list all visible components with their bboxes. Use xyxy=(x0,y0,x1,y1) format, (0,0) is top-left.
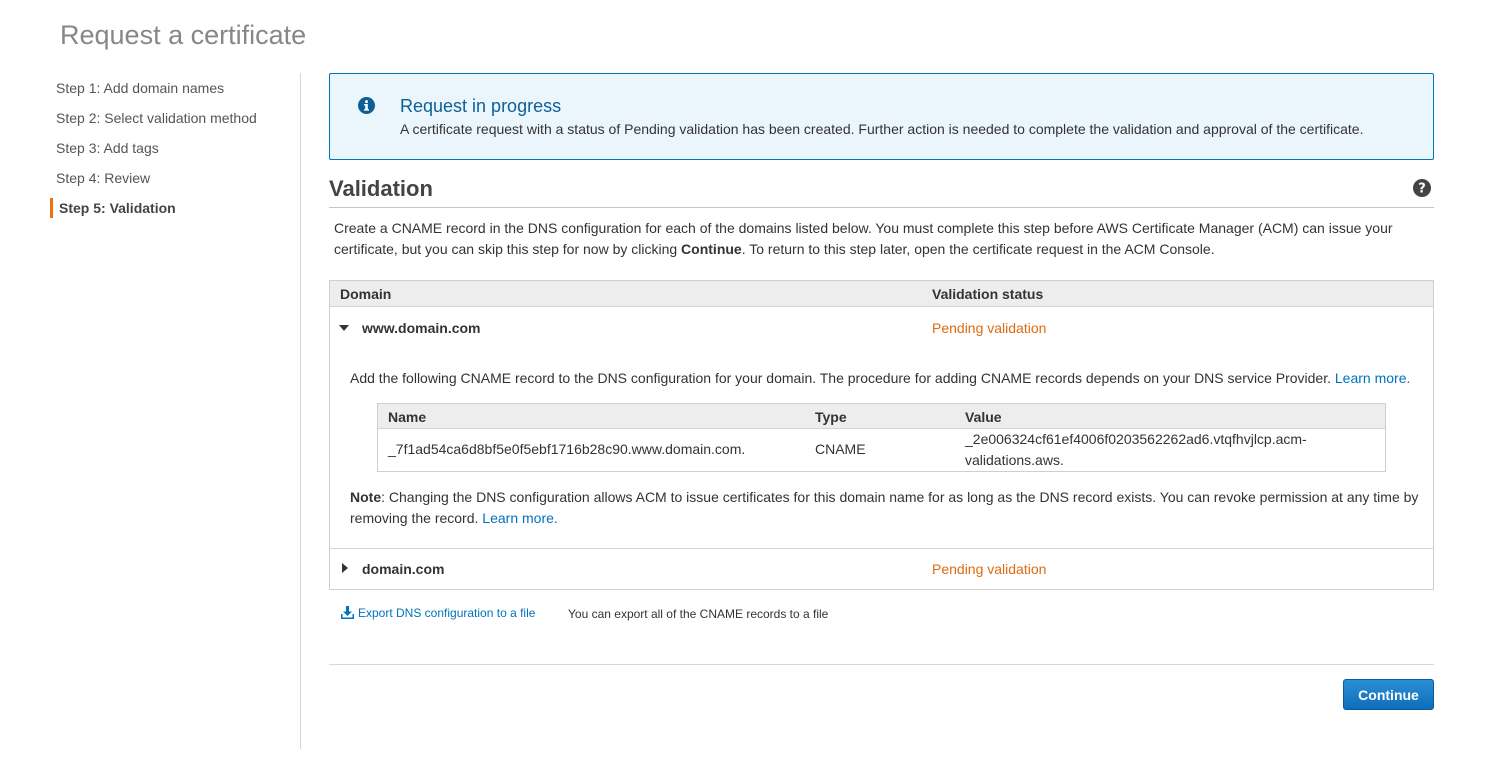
validation-instructions: Create a CNAME record in the DNS configu… xyxy=(334,220,1393,257)
help-icon[interactable]: ? xyxy=(1412,178,1432,198)
dns-note: Note: Changing the DNS configuration all… xyxy=(350,489,1419,526)
validation-heading: Validation xyxy=(329,176,433,201)
section-divider xyxy=(329,207,1434,208)
domains-table: Domain Validation status www.domain.com … xyxy=(329,280,1434,590)
column-header-type: Type xyxy=(815,409,847,425)
expand-caret-icon[interactable] xyxy=(342,563,348,573)
step-add-domain-names[interactable]: Step 1: Add domain names xyxy=(56,80,224,96)
export-dns-configuration-link[interactable]: Export DNS configuration to a file xyxy=(340,605,535,620)
step-select-validation-method[interactable]: Step 2: Select validation method xyxy=(56,110,257,126)
cname-instructions: Add the following CNAME record to the DN… xyxy=(350,370,1411,386)
cname-record-type: CNAME xyxy=(815,441,866,457)
column-header-domain: Domain xyxy=(340,286,392,302)
svg-text:?: ? xyxy=(1418,182,1426,197)
wizard-steps-sidebar: Step 1: Add domain names Step 2: Select … xyxy=(50,73,301,749)
cname-record-name[interactable]: _7f1ad54ca6d8bf5e0f5ebf1716b28c90.www.do… xyxy=(388,439,745,460)
download-icon xyxy=(341,606,354,619)
alert-message: A certificate request with a status of P… xyxy=(400,121,1364,137)
column-header-validation-status: Validation status xyxy=(932,286,1044,302)
continue-emphasis: Continue xyxy=(681,241,742,257)
status-badge: Pending validation xyxy=(932,561,1047,577)
step-add-tags[interactable]: Step 3: Add tags xyxy=(56,140,159,156)
note-learn-more-link[interactable]: Learn more. xyxy=(482,510,557,526)
collapse-caret-icon[interactable] xyxy=(339,325,349,331)
page-title: Request a certificate xyxy=(60,20,307,50)
step-validation-active: Step 5: Validation xyxy=(50,198,176,218)
cname-record-value[interactable]: _2e006324cf61ef4006f0203562262ad6.vtqfhv… xyxy=(965,429,1307,471)
cname-table-header: Name Type Value xyxy=(378,404,1385,429)
alert-title: Request in progress xyxy=(400,96,562,116)
domain-row-www[interactable]: www.domain.com xyxy=(362,320,481,336)
export-description: You can export all of the CNAME records … xyxy=(568,607,829,621)
note-label: Note xyxy=(350,489,382,505)
column-header-value: Value xyxy=(965,409,1002,425)
cname-record-table: Name Type Value _7f1ad54ca6d8bf5e0f5ebf1… xyxy=(377,403,1386,472)
status-badge: Pending validation xyxy=(932,320,1047,336)
footer-divider xyxy=(329,664,1434,665)
request-in-progress-alert: Request in progress A certificate reques… xyxy=(329,73,1434,160)
continue-button[interactable]: Continue xyxy=(1343,679,1434,710)
learn-more-link[interactable]: Learn more. xyxy=(1335,370,1410,386)
info-icon xyxy=(358,97,375,114)
row-divider xyxy=(330,548,1433,549)
domains-table-header: Domain Validation status xyxy=(330,281,1433,307)
step-review[interactable]: Step 4: Review xyxy=(56,170,150,186)
column-header-name: Name xyxy=(388,409,427,425)
domain-row-apex[interactable]: domain.com xyxy=(362,561,444,577)
